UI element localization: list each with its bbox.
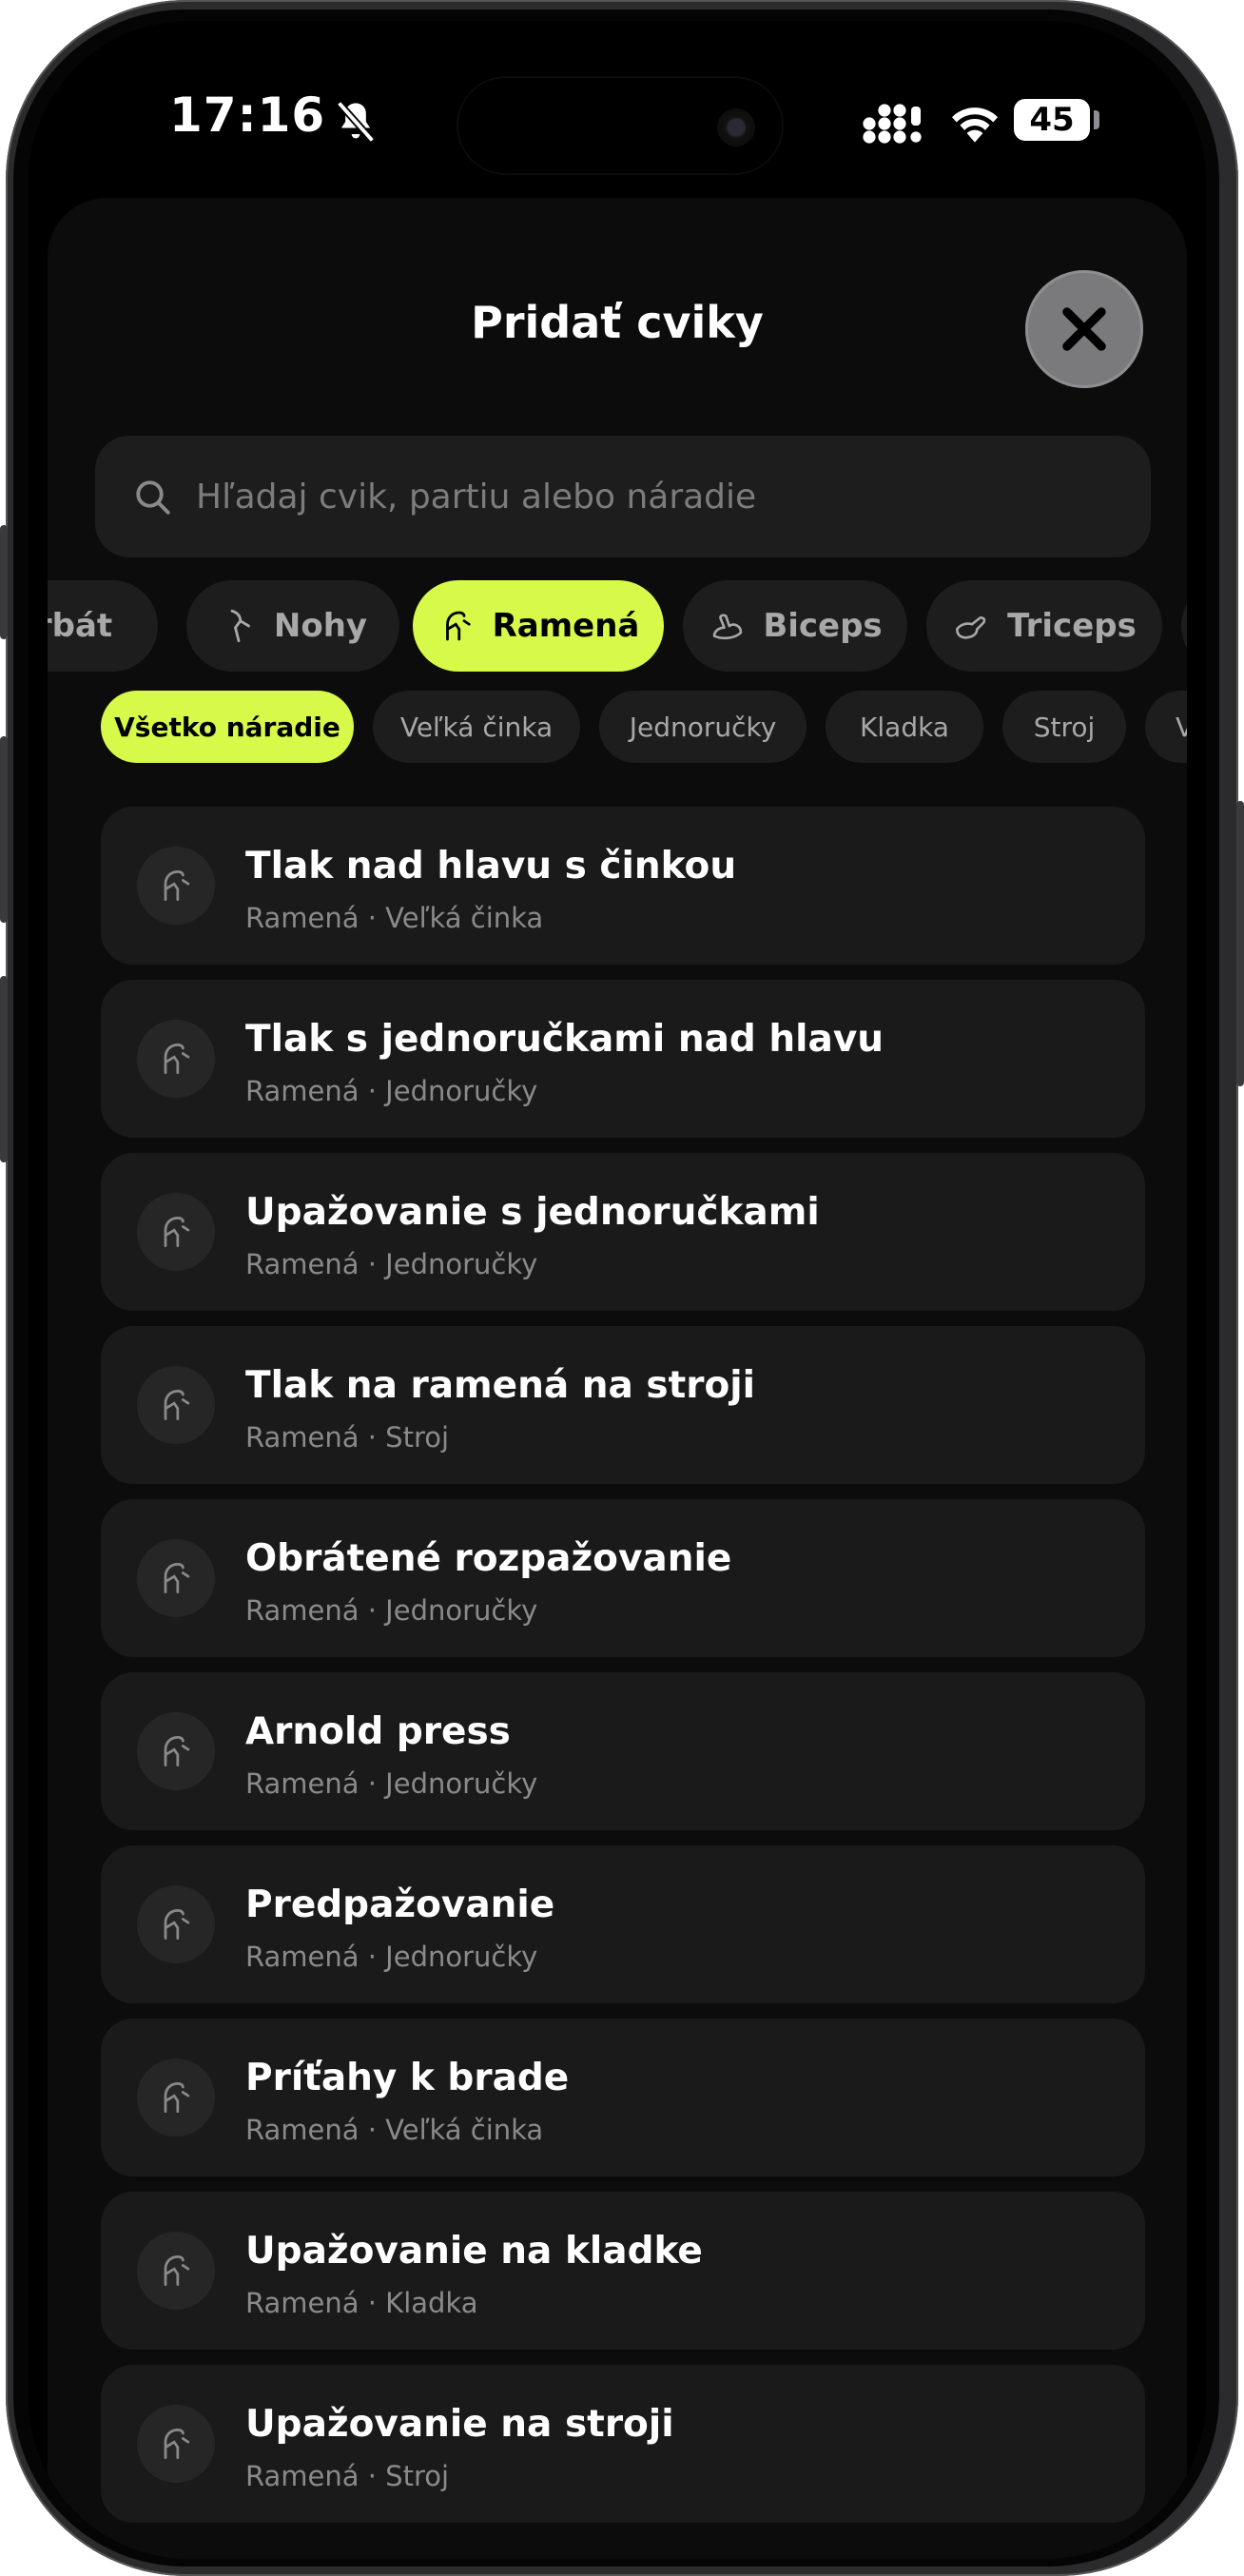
shoulder-icon bbox=[164, 1735, 190, 1767]
battery-indicator: 45 bbox=[1014, 99, 1090, 141]
exercise-card[interactable]: Upažovanie s jednoručkami Ramená · Jedno… bbox=[101, 1153, 1145, 1311]
exercise-card[interactable]: Tlak s jednoručkami nad hlavu Ramená · J… bbox=[101, 980, 1145, 1138]
chip-label: Biceps bbox=[763, 607, 883, 645]
chip-machine[interactable]: Stroj bbox=[1002, 691, 1126, 763]
exercise-card[interactable]: Obrátené rozpažovanie Ramená · Jednoručk… bbox=[101, 1499, 1145, 1657]
chip-shoulders[interactable]: Ramená bbox=[413, 580, 664, 672]
muscle-filter-row: rbát Nohy Ramená Biceps Triceps V bbox=[48, 580, 1187, 672]
exercise-name: Upažovanie na kladke bbox=[245, 2230, 703, 2273]
shoulder-icon bbox=[164, 1562, 190, 1594]
close-icon bbox=[1062, 307, 1106, 351]
exercise-meta: Ramená · Kladka bbox=[245, 2287, 478, 2319]
add-exercises-sheet: Pridať cviky Hľadaj cvik, partiu alebo n… bbox=[48, 198, 1187, 2559]
exercise-meta: Ramená · Stroj bbox=[245, 2460, 450, 2492]
bell-muted-icon bbox=[336, 100, 376, 144]
exercise-card[interactable]: Tlak na ramená na stroji Ramená · Stroj bbox=[101, 1326, 1145, 1484]
exercise-avatar bbox=[137, 1539, 215, 1617]
exercise-meta: Ramená · Jednoručky bbox=[245, 1594, 538, 1627]
volume-down-button bbox=[0, 976, 8, 1162]
battery-tip bbox=[1094, 110, 1099, 129]
volume-up-button bbox=[0, 736, 8, 923]
search-placeholder: Hľadaj cvik, partiu alebo náradie bbox=[196, 478, 757, 517]
chip-dumbbells[interactable]: Jednoručky bbox=[599, 691, 807, 763]
exercise-avatar bbox=[137, 2059, 215, 2137]
shoulder-icon bbox=[164, 2254, 190, 2287]
chip-label: Kladka bbox=[860, 711, 949, 743]
shoulder-icon bbox=[164, 2081, 190, 2114]
exercise-meta: Ramená · Jednoručky bbox=[245, 1248, 538, 1280]
exercise-meta: Ramená · Jednoručky bbox=[245, 1075, 538, 1107]
sheet-title: Pridať cviky bbox=[471, 297, 764, 348]
camera-icon bbox=[717, 108, 755, 146]
shoulder-icon bbox=[164, 1908, 190, 1941]
exercise-name: Príťahy k brade bbox=[245, 2057, 570, 2099]
chip-label: Nohy bbox=[273, 607, 368, 645]
chip-label: Ramená bbox=[492, 607, 640, 645]
exercise-card[interactable]: Tlak nad hlavu s činkou Ramená · Veľká č… bbox=[101, 807, 1145, 965]
chip-label: Jednoručky bbox=[629, 711, 777, 743]
chip-legs[interactable]: Nohy bbox=[186, 580, 399, 672]
exercise-avatar bbox=[137, 1885, 215, 1963]
exercise-card[interactable]: Upažovanie na stroji Ramená · Stroj bbox=[101, 2365, 1145, 2523]
exercise-name: Arnold press bbox=[245, 1710, 511, 1753]
chip-biceps[interactable]: Biceps bbox=[683, 580, 907, 672]
exercise-avatar bbox=[137, 1020, 215, 1098]
shoulder-icon bbox=[445, 611, 471, 641]
chip-barbell[interactable]: Veľká činka bbox=[373, 691, 580, 763]
chip-cable[interactable]: Kladka bbox=[826, 691, 983, 763]
signal-icon bbox=[863, 104, 922, 144]
exercise-name: Tlak na ramená na stroji bbox=[245, 1364, 756, 1407]
exercise-avatar bbox=[137, 2405, 215, 2483]
chip-more-equipment[interactable]: Vl bbox=[1145, 691, 1187, 763]
exercise-name: Tlak s jednoručkami nad hlavu bbox=[245, 1018, 884, 1061]
leg-icon bbox=[230, 609, 250, 643]
bicep-icon bbox=[713, 614, 743, 640]
exercise-card[interactable]: Upažovanie na kladke Ramená · Kladka bbox=[101, 2192, 1145, 2350]
exercise-avatar bbox=[137, 847, 215, 925]
exercise-meta: Ramená · Veľká činka bbox=[245, 902, 544, 934]
chip-all-equipment[interactable]: Všetko náradie bbox=[101, 691, 354, 763]
chip-label: Všetko náradie bbox=[114, 711, 340, 743]
shoulder-icon bbox=[164, 1389, 190, 1421]
search-input[interactable]: Hľadaj cvik, partiu alebo náradie bbox=[95, 436, 1151, 557]
screen: 17:16 45 Pridať cviky Hľadaj cvik, parti… bbox=[29, 21, 1206, 2559]
power-button bbox=[1236, 801, 1244, 1086]
exercise-card[interactable]: Predpažovanie Ramená · Jednoručky bbox=[101, 1845, 1145, 2003]
search-icon bbox=[136, 480, 170, 515]
exercise-avatar bbox=[137, 2232, 215, 2310]
exercise-card[interactable]: Príťahy k brade Ramená · Veľká činka bbox=[101, 2019, 1145, 2176]
exercise-name: Obrátené rozpažovanie bbox=[245, 1537, 732, 1580]
chip-label: Stroj bbox=[1033, 711, 1096, 743]
exercise-avatar bbox=[137, 1712, 215, 1790]
shoulder-icon bbox=[164, 1216, 190, 1248]
exercise-name: Upažovanie s jednoručkami bbox=[245, 1191, 820, 1234]
exercise-meta: Ramená · Jednoručky bbox=[245, 1767, 538, 1800]
shoulder-icon bbox=[164, 1043, 190, 1075]
shoulder-icon bbox=[164, 869, 190, 902]
exercise-name: Tlak nad hlavu s činkou bbox=[245, 845, 737, 888]
chip-more-muscle[interactable]: V bbox=[1181, 580, 1187, 672]
shoulder-icon bbox=[164, 2428, 190, 2460]
tricep-icon bbox=[956, 615, 986, 639]
equipment-filter-row: Všetko náradie Veľká činka Jednoručky Kl… bbox=[48, 691, 1187, 763]
exercise-avatar bbox=[137, 1366, 215, 1444]
chip-label: Triceps bbox=[1007, 607, 1137, 645]
chip-triceps[interactable]: Triceps bbox=[926, 580, 1162, 672]
chip-back[interactable]: rbát bbox=[48, 580, 158, 672]
chip-label: rbát bbox=[48, 607, 113, 645]
exercise-meta: Ramená · Veľká činka bbox=[245, 2114, 544, 2146]
chip-label: Veľká činka bbox=[399, 711, 554, 743]
exercise-meta: Ramená · Stroj bbox=[245, 1421, 450, 1454]
exercise-avatar bbox=[137, 1193, 215, 1271]
close-button[interactable] bbox=[1025, 270, 1143, 388]
wifi-icon bbox=[952, 107, 998, 143]
exercise-card[interactable]: Arnold press Ramená · Jednoručky bbox=[101, 1672, 1145, 1830]
action-button bbox=[0, 525, 8, 639]
exercise-name: Predpažovanie bbox=[245, 1883, 555, 1926]
status-time: 17:16 bbox=[169, 88, 326, 143]
exercise-meta: Ramená · Jednoručky bbox=[245, 1941, 538, 1973]
chip-label: Vl bbox=[1176, 711, 1187, 743]
exercise-name: Upažovanie na stroji bbox=[245, 2403, 674, 2446]
